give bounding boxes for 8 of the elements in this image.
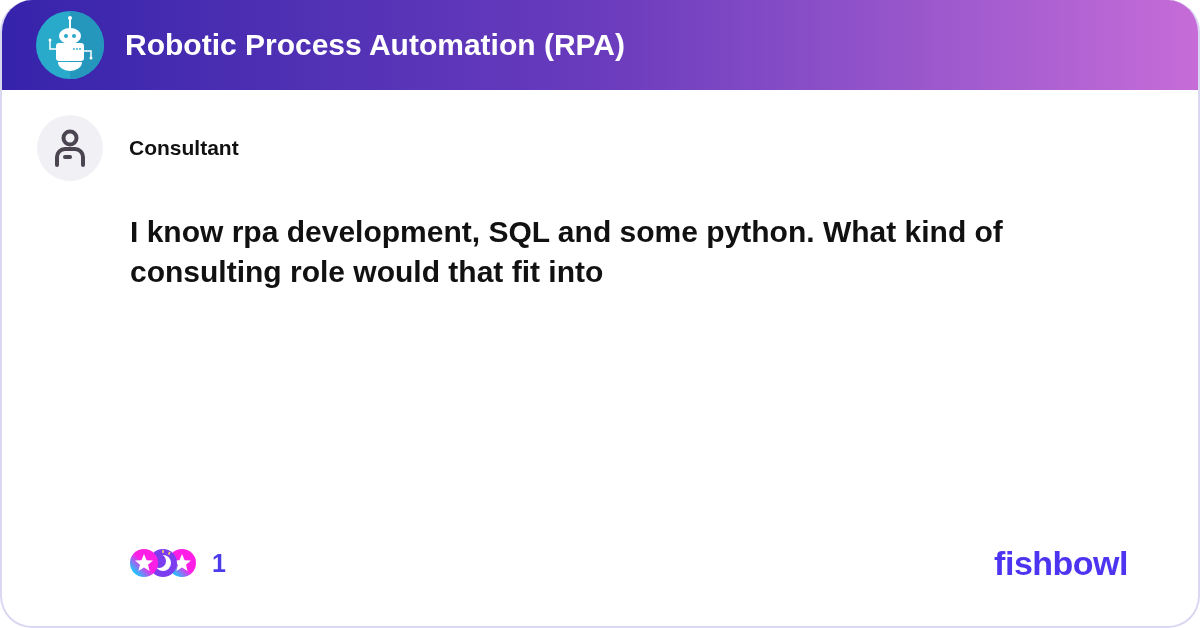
post-text: I know rpa development, SQL and some python. What kind of consulting role would that fit into: [130, 214, 1004, 290]
robot-logo-icon: [36, 11, 104, 79]
person-icon: [53, 129, 87, 167]
topic-title: Robotic Process Automation (RPA): [125, 30, 626, 60]
brand-logo: fishbowl: [994, 546, 1128, 581]
author-name: Consultant: [129, 135, 239, 162]
star-badge-icon: [130, 549, 158, 578]
reaction-count: 1: [212, 547, 226, 579]
